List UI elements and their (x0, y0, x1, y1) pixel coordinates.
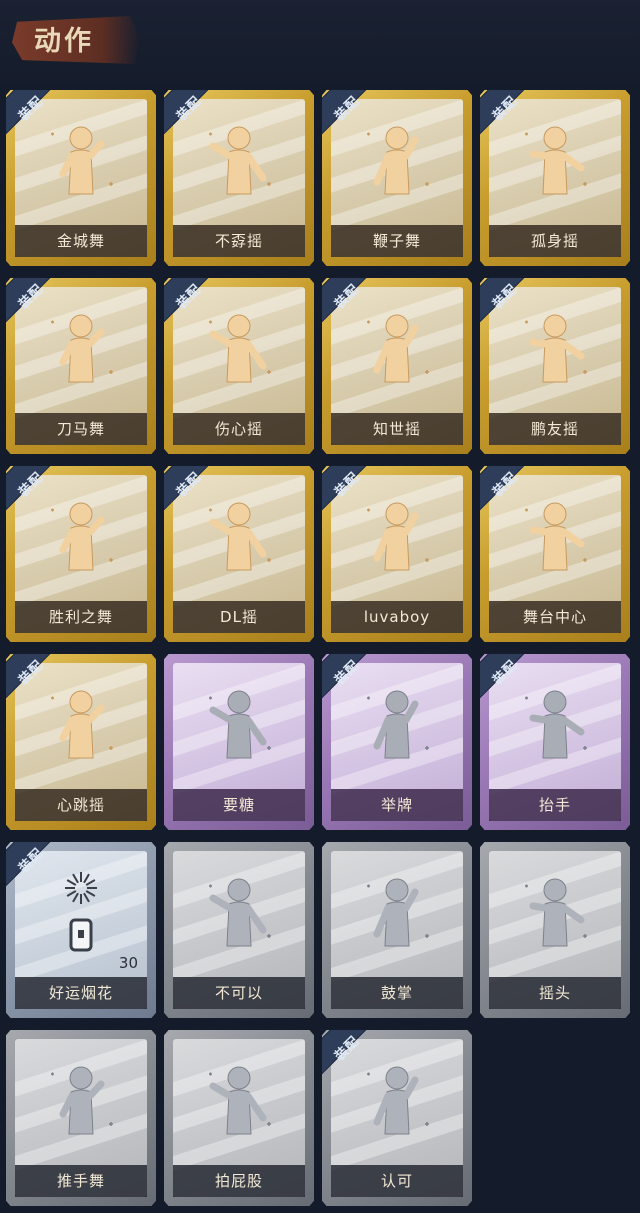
equipped-badge-label: 装配 (16, 281, 47, 313)
emote-card-19[interactable]: 鼓掌 (322, 842, 472, 1018)
emote-card-16[interactable]: 抬手 装配 (480, 654, 630, 830)
emote-name: 鹏友摇 (489, 413, 621, 445)
page-title: 动作 (34, 26, 94, 57)
emote-card-14[interactable]: 要糖 (164, 654, 314, 830)
emote-card-4[interactable]: 孤身摇 装配 (480, 90, 630, 266)
equipped-badge-label: 装配 (16, 469, 47, 501)
equipped-badge-label: 装配 (332, 469, 363, 501)
equipped-badge: 装配 (6, 654, 66, 714)
figure-ask-icon (164, 678, 314, 778)
emote-name: 拍屁股 (173, 1165, 305, 1197)
equipped-badge-label: 装配 (490, 469, 521, 501)
emote-card-7[interactable]: 知世摇 装配 (322, 278, 472, 454)
header-bar: 动作 (0, 0, 640, 82)
figure-shake-head-icon (480, 866, 630, 966)
equipped-badge: 装配 (6, 842, 66, 902)
emote-name: 认可 (331, 1165, 463, 1197)
emote-card-11[interactable]: luvaboy 装配 (322, 466, 472, 642)
emote-card-23[interactable]: 认可 装配 (322, 1030, 472, 1206)
emote-name: 举牌 (331, 789, 463, 821)
equipped-badge-label: 装配 (174, 93, 205, 125)
emote-card-8[interactable]: 鹏友摇 装配 (480, 278, 630, 454)
equipped-badge: 装配 (164, 278, 224, 338)
emote-card-13[interactable]: 心跳摇 装配 (6, 654, 156, 830)
emote-name: 摇头 (489, 977, 621, 1009)
emote-card-2[interactable]: 不孬摇 装配 (164, 90, 314, 266)
equipped-badge-label: 装配 (16, 657, 47, 689)
emote-card-9[interactable]: 胜利之舞 装配 (6, 466, 156, 642)
equipped-badge-label: 装配 (332, 281, 363, 313)
equipped-badge-label: 装配 (332, 1033, 363, 1065)
emote-card-3[interactable]: 鞭子舞 装配 (322, 90, 472, 266)
emote-name: DL摇 (173, 601, 305, 633)
equipped-badge-label: 装配 (16, 93, 47, 125)
equipped-badge: 装配 (322, 466, 382, 526)
emote-name: 心跳摇 (15, 789, 147, 821)
equipped-badge: 装配 (322, 278, 382, 338)
figure-pat-icon (164, 1054, 314, 1154)
emote-name: 好运烟花 (15, 977, 147, 1009)
emote-card-10[interactable]: DL摇 装配 (164, 466, 314, 642)
equipped-badge: 装配 (322, 1030, 382, 1090)
emote-name: 推手舞 (15, 1165, 147, 1197)
emote-name: 要糖 (173, 789, 305, 821)
equipped-badge-label: 装配 (490, 93, 521, 125)
emote-card-15[interactable]: 举牌 装配 (322, 654, 472, 830)
emote-name: 鼓掌 (331, 977, 463, 1009)
emote-name: 不孬摇 (173, 225, 305, 257)
emote-card-6[interactable]: 伤心摇 装配 (164, 278, 314, 454)
equipped-badge: 装配 (480, 466, 540, 526)
emote-name: 伤心摇 (173, 413, 305, 445)
equipped-badge-label: 装配 (332, 657, 363, 689)
equipped-badge-label: 装配 (490, 281, 521, 313)
figure-push-hand-icon (6, 1054, 156, 1154)
equipped-badge: 装配 (480, 278, 540, 338)
emote-grid: 金城舞 装配 不孬摇 装配 鞭子舞 装配 孤身摇 装配 刀马舞 装配 伤心摇 装配 知世摇 装配 鹏友摇 装配… (6, 90, 630, 1206)
emote-name: 刀马舞 (15, 413, 147, 445)
equipped-badge-label: 装配 (490, 657, 521, 689)
equipped-badge-label: 装配 (332, 93, 363, 125)
emote-card-17[interactable]: 30 好运烟花 装配 (6, 842, 156, 1018)
finger-no-icon (164, 866, 314, 966)
equipped-badge: 装配 (6, 278, 66, 338)
emote-card-22[interactable]: 拍屁股 (164, 1030, 314, 1206)
emote-name: 舞台中心 (489, 601, 621, 633)
emote-card-20[interactable]: 摇头 (480, 842, 630, 1018)
emote-name: 不可以 (173, 977, 305, 1009)
emote-name: 胜利之舞 (15, 601, 147, 633)
equipped-badge: 装配 (6, 466, 66, 526)
clap-hands-icon (322, 866, 472, 966)
equipped-badge: 装配 (164, 466, 224, 526)
equipped-badge: 装配 (322, 654, 382, 714)
equipped-badge: 装配 (164, 90, 224, 150)
equipped-badge: 装配 (480, 654, 540, 714)
emote-name: 抬手 (489, 789, 621, 821)
emote-card-21[interactable]: 推手舞 (6, 1030, 156, 1206)
emote-card-18[interactable]: 不可以 (164, 842, 314, 1018)
emote-name: 孤身摇 (489, 225, 621, 257)
equipped-badge: 装配 (6, 90, 66, 150)
emote-card-5[interactable]: 刀马舞 装配 (6, 278, 156, 454)
equipped-badge: 装配 (322, 90, 382, 150)
equipped-badge-label: 装配 (16, 845, 47, 877)
emote-name: 鞭子舞 (331, 225, 463, 257)
emote-card-1[interactable]: 金城舞 装配 (6, 90, 156, 266)
emote-card-12[interactable]: 舞台中心 装配 (480, 466, 630, 642)
item-count: 30 (118, 954, 138, 972)
emote-name: luvaboy (331, 601, 463, 633)
emote-name: 金城舞 (15, 225, 147, 257)
equipped-badge-label: 装配 (174, 469, 205, 501)
emote-name: 知世摇 (331, 413, 463, 445)
equipped-badge-label: 装配 (174, 281, 205, 313)
equipped-badge: 装配 (480, 90, 540, 150)
